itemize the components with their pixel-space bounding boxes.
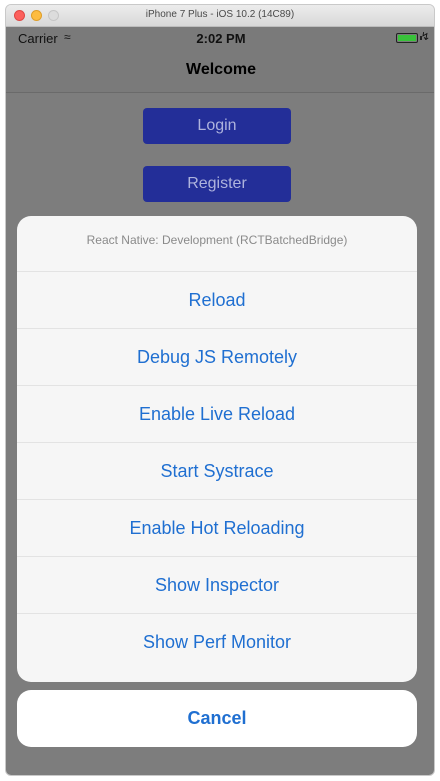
battery-icon bbox=[396, 33, 418, 43]
start-systrace-option[interactable]: Start Systrace bbox=[17, 443, 417, 500]
status-bar: Carrier ≈ 2:02 PM ↯ bbox=[6, 27, 434, 49]
show-perf-monitor-option[interactable]: Show Perf Monitor bbox=[17, 614, 417, 671]
cancel-button[interactable]: Cancel bbox=[17, 690, 417, 747]
login-button[interactable]: Login bbox=[143, 108, 291, 144]
show-inspector-option[interactable]: Show Inspector bbox=[17, 557, 417, 614]
navigation-bar: Welcome bbox=[6, 49, 434, 93]
enable-hot-reloading-option[interactable]: Enable Hot Reloading bbox=[17, 500, 417, 557]
developer-menu-sheet: React Native: Development (RCTBatchedBri… bbox=[17, 216, 417, 682]
enable-live-reload-option[interactable]: Enable Live Reload bbox=[17, 386, 417, 443]
simulator-window: iPhone 7 Plus - iOS 10.2 (14C89) Carrier… bbox=[5, 4, 435, 776]
window-title: iPhone 7 Plus - iOS 10.2 (14C89) bbox=[145, 9, 295, 20]
status-time: 2:02 PM bbox=[196, 31, 246, 46]
phone-screen: Carrier ≈ 2:02 PM ↯ Welcome Login Regist… bbox=[6, 27, 434, 775]
developer-menu-title: React Native: Development (RCTBatchedBri… bbox=[17, 216, 417, 272]
register-button[interactable]: Register bbox=[143, 166, 291, 202]
main-content: Login Register React Native: Development… bbox=[6, 93, 434, 775]
charging-icon: ↯ bbox=[420, 31, 430, 43]
debug-js-remotely-option[interactable]: Debug JS Remotely bbox=[17, 329, 417, 386]
page-title: Welcome bbox=[186, 61, 256, 78]
battery-level bbox=[398, 35, 416, 41]
window-titlebar: iPhone 7 Plus - iOS 10.2 (14C89) bbox=[6, 5, 434, 27]
reload-option[interactable]: Reload bbox=[17, 272, 417, 329]
